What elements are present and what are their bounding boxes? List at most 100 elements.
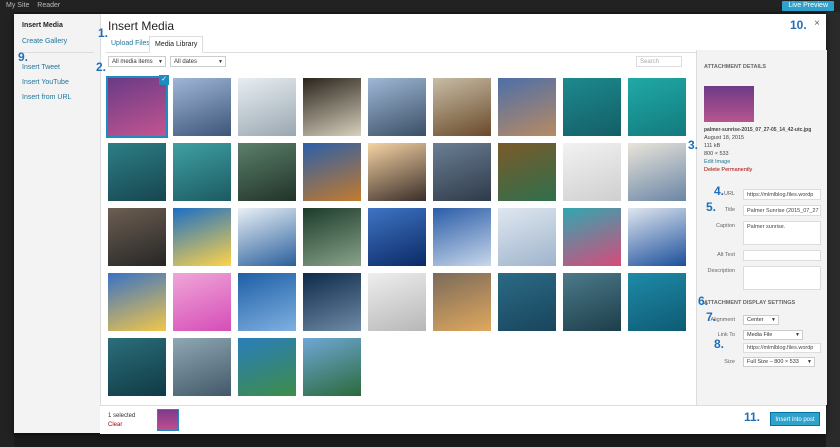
media-thumbnail[interactable] bbox=[563, 273, 621, 331]
search-input[interactable]: Search bbox=[636, 56, 682, 67]
media-thumbnail[interactable]: ✓ bbox=[106, 75, 169, 138]
details-size: 111 kB bbox=[704, 143, 721, 149]
media-thumbnail[interactable] bbox=[238, 338, 296, 396]
link-to-select[interactable]: Media File ▼ bbox=[743, 330, 803, 340]
alignment-select[interactable]: Center ▼ bbox=[743, 315, 779, 325]
media-thumbnail[interactable] bbox=[498, 143, 556, 201]
chevron-down-icon: ▼ bbox=[795, 332, 800, 338]
menu-separator bbox=[20, 52, 94, 53]
details-date: August 18, 2015 bbox=[704, 135, 745, 141]
media-type-filter-value: All media items bbox=[112, 59, 153, 65]
media-thumbnail[interactable] bbox=[368, 208, 426, 266]
chevron-down-icon: ▼ bbox=[771, 317, 776, 323]
media-thumbnail[interactable] bbox=[108, 338, 166, 396]
media-thumbnail[interactable] bbox=[238, 208, 296, 266]
media-thumbnail[interactable] bbox=[628, 78, 686, 136]
description-label: Description bbox=[707, 268, 735, 274]
insert-into-post-button[interactable]: Insert into post bbox=[770, 412, 820, 426]
caption-field[interactable]: Palmer sunrise. bbox=[743, 221, 821, 245]
details-filename: palmer-sunrise-2015_07_27-05_14_42-utc.j… bbox=[704, 127, 812, 133]
annotation-4: 4. bbox=[714, 184, 725, 198]
media-thumbnail[interactable] bbox=[498, 78, 556, 136]
media-thumbnail[interactable] bbox=[433, 208, 491, 266]
media-thumbnail[interactable] bbox=[108, 143, 166, 201]
chevron-down-icon: ▼ bbox=[158, 59, 163, 65]
annotation-1: 1. bbox=[98, 26, 109, 40]
media-thumbnail[interactable] bbox=[173, 273, 231, 331]
delete-permanently-link[interactable]: Delete Permanently bbox=[704, 167, 752, 173]
media-thumbnail[interactable] bbox=[303, 338, 361, 396]
menu-insert-tweet[interactable]: Insert Tweet bbox=[22, 64, 60, 71]
media-thumbnail[interactable] bbox=[303, 78, 361, 136]
annotation-10: 10. bbox=[790, 18, 807, 32]
caption-label: Caption bbox=[716, 223, 735, 229]
size-value: Full Size – 800 × 533 bbox=[747, 359, 799, 365]
media-thumbnail[interactable] bbox=[108, 273, 166, 331]
media-thumbnail[interactable] bbox=[498, 273, 556, 331]
close-icon[interactable]: × bbox=[814, 18, 820, 29]
selection-count: 1 selected bbox=[108, 413, 136, 419]
annotation-3: 3. bbox=[688, 138, 699, 152]
media-thumbnail[interactable] bbox=[238, 273, 296, 331]
annotation-8: 8. bbox=[714, 337, 725, 351]
media-thumbnail[interactable] bbox=[628, 143, 686, 201]
media-thumbnail[interactable] bbox=[173, 208, 231, 266]
size-select[interactable]: Full Size – 800 × 533 ▼ bbox=[743, 357, 815, 367]
media-thumbnail[interactable] bbox=[563, 78, 621, 136]
media-thumbnail[interactable] bbox=[303, 208, 361, 266]
title-field[interactable]: Palmer Sunrise (2015_07_27 bbox=[743, 205, 821, 216]
media-thumbnail[interactable] bbox=[433, 273, 491, 331]
annotation-6: 6. bbox=[698, 294, 709, 308]
tab-upload-files[interactable]: Upload Files bbox=[106, 36, 155, 51]
admin-bar-reader[interactable]: Reader bbox=[37, 2, 60, 9]
media-thumbnail[interactable] bbox=[173, 338, 231, 396]
media-thumbnail[interactable] bbox=[368, 143, 426, 201]
media-toolbar: All media items ▼ All dates ▼ Search bbox=[108, 56, 686, 70]
date-filter-value: All dates bbox=[174, 59, 198, 65]
media-thumbnail[interactable] bbox=[238, 78, 296, 136]
media-thumbnail[interactable] bbox=[563, 143, 621, 201]
checkmark-icon[interactable]: ✓ bbox=[159, 75, 169, 85]
media-thumbnail[interactable] bbox=[433, 78, 491, 136]
annotation-11: 11. bbox=[744, 410, 761, 424]
chevron-down-icon: ▼ bbox=[807, 359, 812, 365]
media-thumbnail[interactable] bbox=[108, 208, 166, 266]
live-preview-button[interactable]: Live Preview bbox=[782, 1, 834, 11]
url-field[interactable]: https://mlmlblog.files.wordp bbox=[743, 189, 821, 200]
clear-selection-link[interactable]: Clear bbox=[108, 422, 122, 428]
selected-thumbnail[interactable] bbox=[157, 409, 179, 431]
menu-insert-media[interactable]: Insert Media bbox=[22, 22, 63, 29]
media-thumbnail[interactable] bbox=[173, 143, 231, 201]
media-thumbnail[interactable] bbox=[173, 78, 231, 136]
media-thumbnail[interactable] bbox=[498, 208, 556, 266]
media-thumbnail[interactable] bbox=[303, 273, 361, 331]
description-field[interactable] bbox=[743, 266, 821, 290]
link-to-value: Media File bbox=[747, 332, 773, 338]
tab-media-library[interactable]: Media Library bbox=[149, 36, 204, 53]
media-menu: Insert Media Create Gallery Insert Tweet… bbox=[14, 14, 101, 433]
link-url-field[interactable]: https://mlmlblog.files.wordp bbox=[743, 343, 821, 353]
date-filter[interactable]: All dates ▼ bbox=[170, 56, 226, 67]
media-thumbnail[interactable] bbox=[368, 273, 426, 331]
edit-image-link[interactable]: Edit Image bbox=[704, 159, 730, 165]
media-thumbnail[interactable] bbox=[628, 208, 686, 266]
media-thumbnail[interactable] bbox=[238, 143, 296, 201]
alt-text-field[interactable] bbox=[743, 250, 821, 261]
menu-insert-from-url[interactable]: Insert from URL bbox=[22, 94, 71, 101]
details-dimensions: 800 × 533 bbox=[704, 151, 729, 157]
media-modal: Insert Media Create Gallery Insert Tweet… bbox=[14, 14, 827, 434]
media-type-filter[interactable]: All media items ▼ bbox=[108, 56, 166, 67]
media-thumbnail[interactable] bbox=[433, 143, 491, 201]
admin-sidebar-background bbox=[0, 12, 14, 447]
alt-text-label: Alt Text bbox=[717, 252, 735, 258]
media-thumbnail[interactable] bbox=[303, 143, 361, 201]
menu-create-gallery[interactable]: Create Gallery bbox=[22, 38, 67, 45]
media-thumbnail[interactable] bbox=[563, 208, 621, 266]
annotation-2: 2. bbox=[96, 60, 107, 74]
annotation-9: 9. bbox=[18, 50, 29, 64]
media-thumbnail[interactable] bbox=[628, 273, 686, 331]
media-thumbnail[interactable] bbox=[368, 78, 426, 136]
admin-bar-site[interactable]: My Site bbox=[6, 2, 29, 9]
details-heading: ATTACHMENT DETAILS bbox=[704, 64, 767, 70]
menu-insert-youtube[interactable]: Insert YouTube bbox=[22, 79, 69, 86]
